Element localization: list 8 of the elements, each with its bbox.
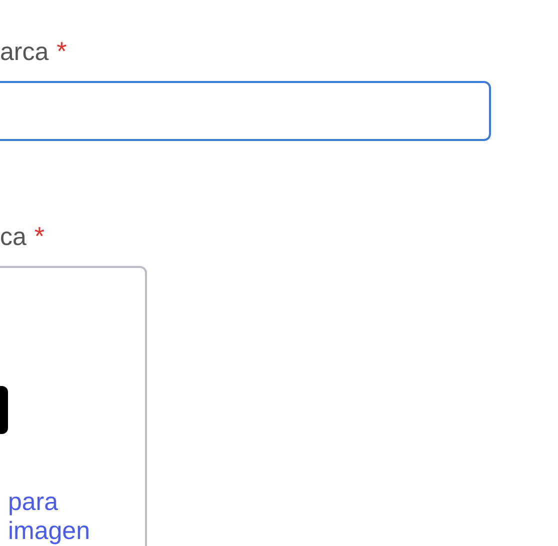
required-mark: * xyxy=(56,36,67,67)
field-label: ca xyxy=(0,223,26,252)
field-label: arca xyxy=(0,38,49,67)
upload-text: imagen xyxy=(7,517,91,546)
text-field[interactable] xyxy=(0,81,491,141)
upload-text: para xyxy=(7,488,60,517)
required-mark: * xyxy=(34,221,45,252)
image-upload-area[interactable]: para imagen xyxy=(0,266,147,546)
